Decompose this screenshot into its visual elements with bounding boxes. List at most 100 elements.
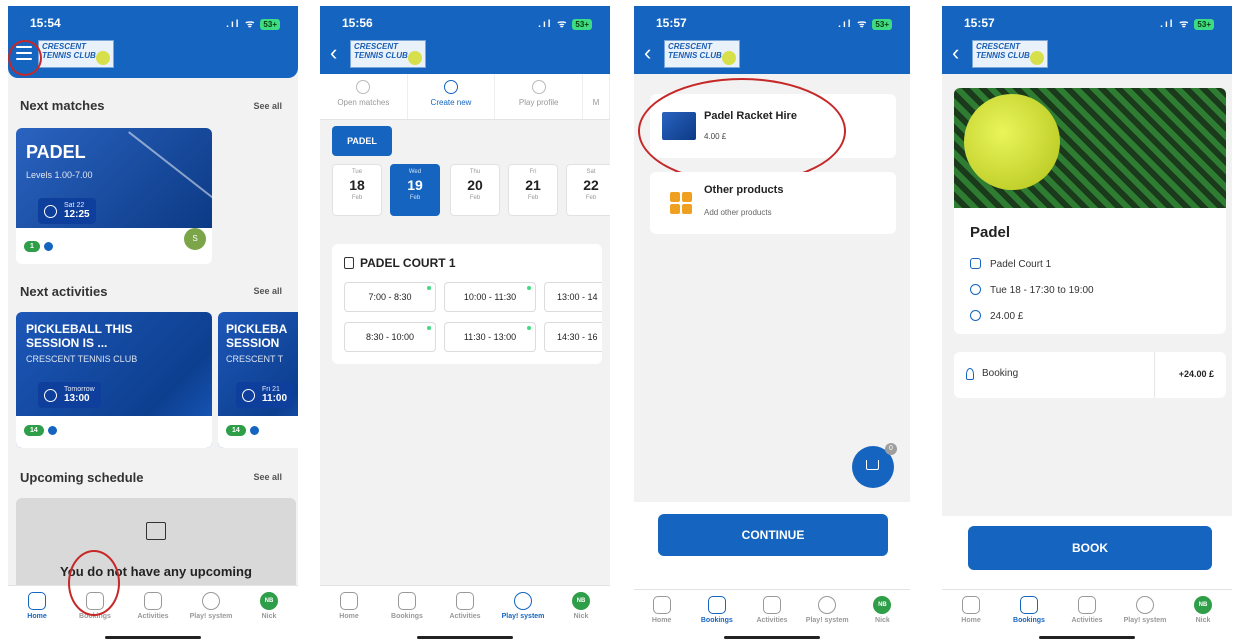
battery-icon: 53+ bbox=[1194, 19, 1214, 30]
tab-play-profile[interactable]: Play profile bbox=[495, 74, 584, 119]
status-bar: 15:56 .ıl ᯤ 53+ bbox=[320, 6, 610, 36]
court-line bbox=[128, 131, 212, 207]
bookings-icon bbox=[398, 592, 416, 610]
nav-profile[interactable]: NB Nick bbox=[855, 590, 910, 643]
date-sat-22[interactable]: Sat 22 Feb bbox=[566, 164, 610, 216]
open-matches-icon bbox=[356, 80, 371, 94]
empty-schedule-text: You do not have any upcoming bbox=[60, 564, 252, 579]
sport-chip-padel[interactable]: PADEL bbox=[332, 126, 392, 156]
profile-avatar: NB bbox=[260, 592, 278, 610]
play-system-icon bbox=[514, 592, 532, 610]
time-slot[interactable]: 13:00 - 14 bbox=[544, 282, 602, 312]
nav-home[interactable]: Home bbox=[942, 590, 1000, 643]
status-bar: 15:57 .ıl ᯤ 53+ bbox=[942, 6, 1232, 36]
activities-icon bbox=[144, 592, 162, 610]
activity-title: PICKLEBA SESSION bbox=[226, 322, 287, 350]
app-bar: ‹ CRESCENT TENNIS CLUB bbox=[942, 36, 1232, 74]
status-dot bbox=[247, 424, 261, 437]
nav-play-system[interactable]: Play! system bbox=[494, 586, 552, 643]
see-all-link[interactable]: See all bbox=[253, 286, 282, 296]
court-card: PADEL COURT 1 7:00 - 8:30 10:00 - 11:30 … bbox=[332, 244, 602, 364]
nav-play-system[interactable]: Play! system bbox=[182, 586, 240, 643]
tab-open-matches[interactable]: Open matches bbox=[320, 74, 408, 119]
phone-confirm-screen: 15:57 .ıl ᯤ 53+ ‹ CRESCENT TENNIS CLUB Pa… bbox=[942, 6, 1232, 643]
highlight-circle bbox=[68, 550, 120, 616]
app-bar: CRESCENT TENNIS CLUB bbox=[8, 36, 298, 74]
match-time-box: Sat 22 12:25 bbox=[38, 198, 96, 224]
player-avatar: S bbox=[184, 228, 206, 250]
nav-profile[interactable]: NB Nick bbox=[552, 586, 610, 643]
status-time: 15:57 bbox=[964, 16, 995, 30]
club-logo: CRESCENT TENNIS CLUB bbox=[350, 40, 426, 68]
tab-create-new[interactable]: Create new bbox=[408, 74, 496, 119]
back-icon[interactable]: ‹ bbox=[330, 42, 337, 64]
status-time: 15:56 bbox=[342, 16, 373, 30]
cart-button[interactable]: 0 bbox=[852, 443, 897, 488]
price-icon bbox=[970, 310, 981, 321]
app-bar: ‹ CRESCENT TENNIS CLUB bbox=[634, 36, 910, 74]
status-time: 15:57 bbox=[656, 16, 687, 30]
highlight-circle bbox=[8, 40, 42, 76]
see-all-link[interactable]: See all bbox=[253, 101, 282, 111]
time-slot[interactable]: 14:30 - 16 bbox=[544, 322, 602, 352]
match-levels: Levels 1.00-7.00 bbox=[26, 170, 93, 180]
book-button[interactable]: BOOK bbox=[968, 526, 1212, 570]
activity-pills: 14 bbox=[226, 424, 261, 437]
app-bar: ‹ CRESCENT TENNIS CLUB bbox=[320, 36, 610, 74]
time-slot[interactable]: 8:30 - 10:00 bbox=[344, 322, 436, 352]
continue-button[interactable]: CONTINUE bbox=[658, 514, 888, 556]
play-system-icon bbox=[1136, 596, 1154, 614]
date-thu-20[interactable]: Thu 20 Feb bbox=[450, 164, 500, 216]
back-icon[interactable]: ‹ bbox=[644, 42, 651, 64]
play-system-icon bbox=[818, 596, 837, 614]
header: 15:57 .ıl ᯤ 53+ ‹ CRESCENT TENNIS CLUB bbox=[634, 6, 910, 74]
home-icon bbox=[340, 592, 358, 610]
clock-icon bbox=[44, 389, 57, 402]
date-wed-19[interactable]: Wed 19 Feb bbox=[390, 164, 440, 216]
tab-more[interactable]: M bbox=[583, 74, 610, 119]
products-grid-icon bbox=[670, 192, 692, 214]
activity-card[interactable]: PICKLEBA SESSION CRESCENT T Fri 21 11:00… bbox=[218, 312, 298, 448]
header: 15:57 .ıl ᯤ 53+ ‹ CRESCENT TENNIS CLUB bbox=[942, 6, 1232, 74]
nav-bookings[interactable]: Bookings bbox=[378, 586, 436, 643]
bookings-icon bbox=[707, 596, 726, 614]
time-slot[interactable]: 7:00 - 8:30 bbox=[344, 282, 436, 312]
ball-image bbox=[964, 94, 1060, 190]
play-tabs: Open matches Create new Play profile M bbox=[320, 74, 610, 120]
nav-activities[interactable]: Activities bbox=[436, 586, 494, 643]
see-all-link[interactable]: See all bbox=[253, 472, 282, 482]
nav-home[interactable]: Home bbox=[320, 586, 378, 643]
product-name: Other products bbox=[704, 184, 784, 196]
nav-home[interactable]: Home bbox=[8, 586, 66, 643]
activity-pills: 14 bbox=[24, 424, 59, 437]
nav-profile[interactable]: NB Nick bbox=[1174, 590, 1232, 643]
battery-icon: 53+ bbox=[260, 19, 280, 30]
status-dot bbox=[45, 424, 59, 437]
time-slot[interactable]: 10:00 - 11:30 bbox=[444, 282, 536, 312]
home-indicator bbox=[1039, 636, 1135, 639]
court-icon bbox=[344, 257, 354, 269]
nav-home[interactable]: Home bbox=[634, 590, 689, 643]
nav-activities[interactable]: Activities bbox=[124, 586, 182, 643]
participants-pill: 14 bbox=[226, 425, 246, 436]
activity-card[interactable]: PICKLEBALL THIS SESSION IS ... CRESCENT … bbox=[16, 312, 212, 448]
match-card[interactable]: PADEL Levels 1.00-7.00 Sat 22 12:25 S 1 bbox=[16, 128, 212, 264]
club-logo: CRESCENT TENNIS CLUB bbox=[38, 40, 114, 68]
home-icon bbox=[962, 596, 980, 614]
activity-time-box: Fri 21 11:00 bbox=[236, 382, 294, 408]
product-card-other[interactable]: Other products Add other products bbox=[650, 172, 896, 234]
nav-profile[interactable]: NB Nick bbox=[240, 586, 298, 643]
status-bar: 15:54 .ıl ᯤ 53+ bbox=[8, 6, 298, 36]
date-tue-18[interactable]: Tue 18 Feb bbox=[332, 164, 382, 216]
time-slot[interactable]: 11:30 - 13:00 bbox=[444, 322, 536, 352]
back-icon[interactable]: ‹ bbox=[952, 42, 959, 64]
players-pill: 1 bbox=[24, 241, 40, 252]
match-sport: PADEL bbox=[26, 142, 86, 162]
cart-icon bbox=[866, 460, 879, 470]
padel-photo bbox=[954, 88, 1226, 208]
activities-icon bbox=[1078, 596, 1096, 614]
home-indicator bbox=[417, 636, 513, 639]
date-fri-21[interactable]: Fri 21 Feb bbox=[508, 164, 558, 216]
home-icon bbox=[28, 592, 46, 610]
status-time: 15:54 bbox=[30, 16, 61, 30]
